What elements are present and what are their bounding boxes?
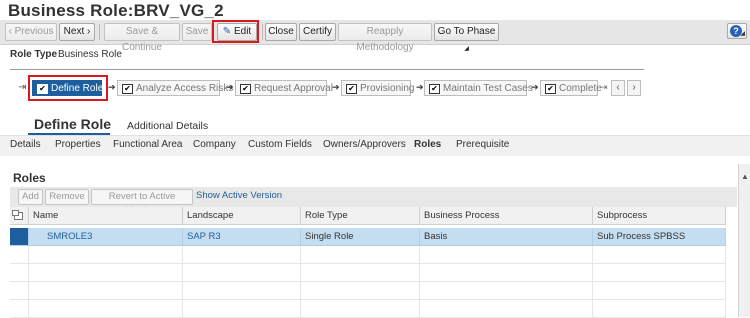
subtab-owners-approvers[interactable]: Owners/Approvers <box>323 139 406 150</box>
section-title: Roles <box>13 171 46 185</box>
column-header-name[interactable]: Name <box>29 207 183 225</box>
vertical-scrollbar[interactable]: ▲ <box>738 164 750 317</box>
divider <box>10 69 644 70</box>
select-all-cell[interactable] <box>10 207 29 225</box>
empty-table-row[interactable] <box>10 300 726 318</box>
help-button[interactable]: ? ◢ <box>727 23 747 39</box>
roadmap-next-button[interactable]: › <box>627 80 641 96</box>
next-button[interactable]: Next › <box>59 23 95 41</box>
table-header-row: Name Landscape Role Type Business Proces… <box>10 207 726 225</box>
role-type-label: Role Type <box>10 49 58 60</box>
arrow-right-icon: ➔ <box>108 82 116 92</box>
previous-button[interactable]: ‹ Previous <box>5 23 57 41</box>
empty-table-row[interactable] <box>10 282 726 300</box>
close-button[interactable]: Close <box>265 23 297 41</box>
roadmap-start-icon: ⇥ <box>18 82 27 93</box>
subtab-company[interactable]: Company <box>193 139 236 150</box>
subtab-bar: Details Properties Functional Area Compa… <box>0 135 750 156</box>
column-header-subprocess[interactable]: Subprocess <box>593 207 726 225</box>
role-name-link[interactable]: SMROLE3 <box>29 228 183 246</box>
page-title: Business Role:BRV_VG_2 <box>8 1 224 20</box>
tab-define-role[interactable]: Define Role <box>34 116 111 132</box>
column-header-business-process[interactable]: Business Process <box>420 207 593 225</box>
phase-complete[interactable]: ✔ Complete <box>540 80 602 96</box>
chevron-right-icon: › <box>84 26 91 37</box>
add-button[interactable]: Add <box>18 189 43 205</box>
subtab-properties[interactable]: Properties <box>55 139 101 150</box>
select-all-icon <box>12 210 23 220</box>
show-active-version-link[interactable]: Show Active Version <box>196 190 282 201</box>
dropdown-caret-icon: ◢ <box>740 31 745 37</box>
checkbox-icon: ✔ <box>240 84 251 94</box>
toolbar-separator <box>262 24 263 40</box>
certify-button[interactable]: Certify <box>299 23 336 41</box>
subtab-details[interactable]: Details <box>10 139 41 150</box>
subprocess-cell: Sub Process SPBSS <box>593 228 726 246</box>
edit-highlight-box <box>212 20 259 43</box>
subtab-custom-fields[interactable]: Custom Fields <box>248 139 312 150</box>
empty-table-row[interactable] <box>10 264 726 282</box>
subtab-roles[interactable]: Roles <box>414 139 441 150</box>
go-to-phase-button[interactable]: Go To Phase ◢ <box>434 23 499 52</box>
checkbox-icon: ✔ <box>122 84 133 94</box>
phase-request-approval[interactable]: ✔ Request Approval <box>235 80 333 96</box>
checkbox-icon: ✔ <box>346 84 357 94</box>
toolbar: ‹ Previous Next › Save & Continue Save ✎… <box>0 20 750 53</box>
save-continue-button[interactable]: Save & Continue <box>104 23 180 53</box>
landscape-link[interactable]: SAP R3 <box>183 228 301 246</box>
role-type-cell: Single Role <box>301 228 420 246</box>
save-button[interactable]: Save <box>182 23 212 41</box>
empty-table-row[interactable] <box>10 246 726 264</box>
business-process-cell: Basis <box>420 228 593 246</box>
dropdown-caret-icon: ◢ <box>464 46 469 52</box>
table-toolbar: Add Remove Revert to Active Version Show… <box>10 187 737 216</box>
table-row[interactable]: SMROLE3 SAP R3 Single Role Basis Sub Pro… <box>10 228 726 246</box>
checkbox-icon: ✔ <box>545 84 556 94</box>
arrow-right-icon: ➔ <box>332 82 340 92</box>
row-selector[interactable] <box>10 228 29 246</box>
arrow-right-icon: ➔ <box>226 82 234 92</box>
revert-active-version-button[interactable]: Revert to Active Version <box>91 189 193 216</box>
column-header-role-type[interactable]: Role Type <box>301 207 420 225</box>
reapply-methodology-button[interactable]: Reapply Methodology <box>338 23 432 53</box>
phase-provisioning[interactable]: ✔ Provisioning <box>341 80 414 96</box>
phase-analyze-access-risks[interactable]: ✔ Analyze Access Risks <box>117 80 233 96</box>
subtab-functional-area[interactable]: Functional Area <box>113 139 183 150</box>
scroll-up-icon[interactable]: ▲ <box>741 172 749 181</box>
arrow-right-icon: ➔ <box>416 82 424 92</box>
toolbar-separator <box>99 24 100 40</box>
role-type-value: Business Role <box>58 49 122 60</box>
roadmap-prev-button[interactable]: ‹ <box>611 80 625 96</box>
define-role-highlight-box <box>28 75 108 101</box>
phase-maintain-test-cases[interactable]: ✔ Maintain Test Cases <box>424 80 533 96</box>
arrow-right-icon: ➔ <box>531 82 539 92</box>
remove-button[interactable]: Remove <box>45 189 89 205</box>
subtab-prerequisite[interactable]: Prerequisite <box>456 139 509 150</box>
tab-additional-details[interactable]: Additional Details <box>127 120 208 132</box>
roadmap-end-icon: ⇥ <box>600 82 608 92</box>
checkbox-icon: ✔ <box>429 84 440 94</box>
column-header-landscape[interactable]: Landscape <box>183 207 301 225</box>
